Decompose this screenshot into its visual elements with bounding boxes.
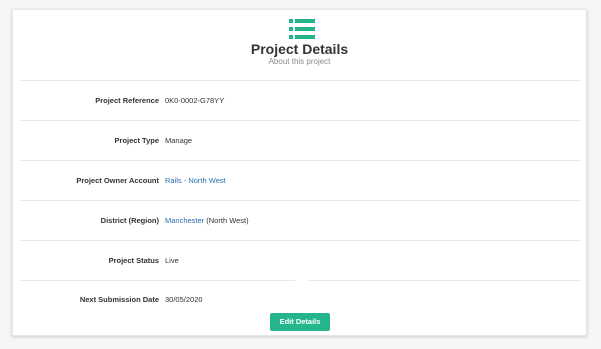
- detail-row-district-region: District (Region) Manchester (North West…: [20, 200, 581, 240]
- detail-label: District (Region): [100, 216, 159, 225]
- detail-value: 0K0-0002-G78YY: [165, 96, 225, 105]
- detail-row-project-reference: Project Reference 0K0-0002-G78YY: [20, 80, 581, 120]
- detail-label: Project Type: [114, 136, 159, 145]
- district-link[interactable]: Manchester: [165, 216, 204, 225]
- detail-value: Live: [165, 256, 179, 265]
- page-title: Project Details: [250, 41, 349, 57]
- list-icon: [289, 19, 315, 39]
- detail-label: Project Status: [108, 256, 159, 265]
- detail-label: Next Submission Date: [79, 295, 159, 304]
- detail-row-project-type: Project Type Manage: [20, 120, 581, 160]
- detail-value-wrapper: Rails - North West: [165, 161, 226, 200]
- owner-account-link[interactable]: Rails - North West: [165, 176, 226, 185]
- detail-value: Manage: [165, 136, 193, 145]
- page-subtitle: About this project: [268, 57, 331, 66]
- detail-label: Project Reference: [95, 96, 159, 105]
- detail-value: 30/05/2020: [165, 295, 203, 304]
- details-list: Project Reference 0K0-0002-G78YY Project…: [20, 80, 581, 320]
- project-details-card: Project Details About this project Proje…: [12, 9, 587, 336]
- region-text: (North West): [204, 216, 249, 225]
- detail-value-wrapper: Manchester (North West): [165, 201, 249, 240]
- detail-row-project-status: Project Status Live: [20, 240, 581, 280]
- detail-label: Project Owner Account: [76, 176, 159, 185]
- detail-row-project-owner-account: Project Owner Account Rails - North West: [20, 160, 581, 200]
- edit-details-button[interactable]: Edit Details: [270, 313, 330, 331]
